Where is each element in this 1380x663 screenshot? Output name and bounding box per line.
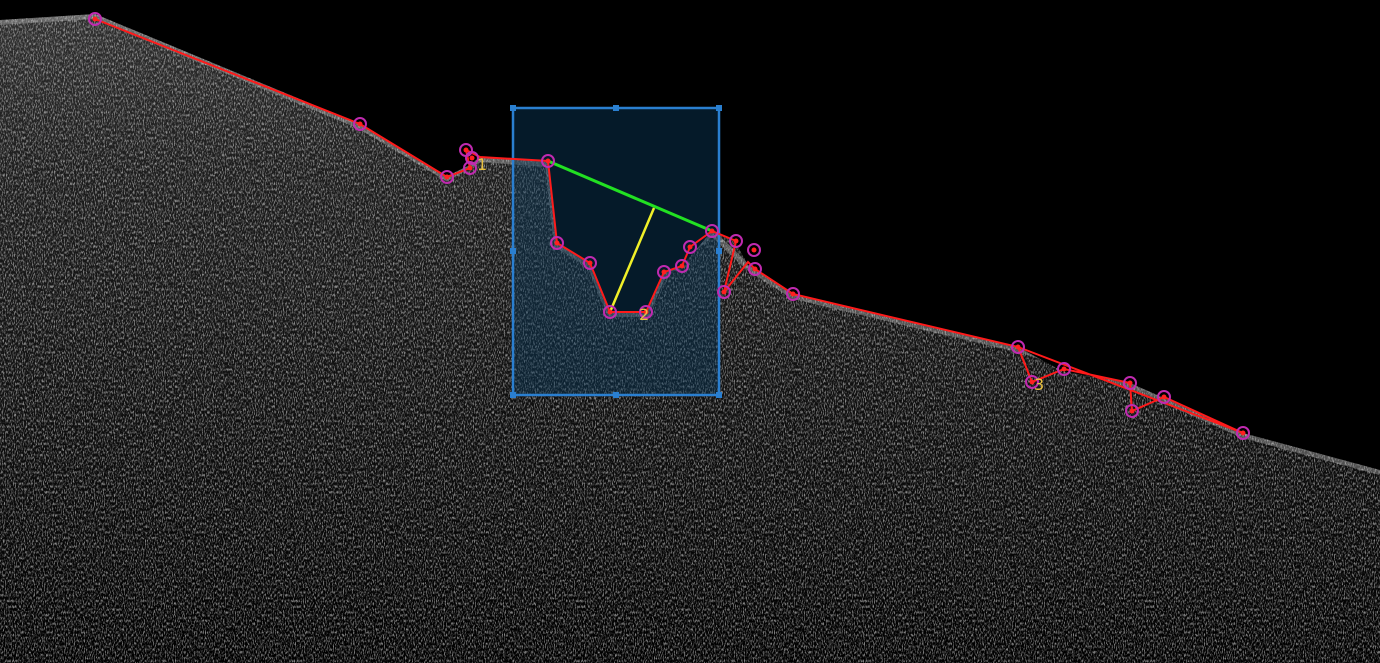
vertex-node-core bbox=[721, 289, 727, 295]
vertex-node-core bbox=[469, 155, 475, 161]
selection-handle-mr[interactable] bbox=[716, 248, 722, 254]
selection-handle-bm[interactable] bbox=[613, 392, 619, 398]
selection-handle-bl[interactable] bbox=[510, 392, 516, 398]
vertex-node-core bbox=[661, 269, 667, 275]
selection-handle-ml[interactable] bbox=[510, 248, 516, 254]
selection-handle-br[interactable] bbox=[716, 392, 722, 398]
oct-scan-canvas[interactable]: 1 2 3 bbox=[0, 0, 1380, 663]
vertex-node-core bbox=[752, 266, 758, 272]
vertex-node-core bbox=[607, 309, 613, 315]
vertex-node-core bbox=[357, 121, 363, 127]
selection-handle-tl[interactable] bbox=[510, 105, 516, 111]
vertex-node-core bbox=[1161, 394, 1167, 400]
selection-handle-tm[interactable] bbox=[613, 105, 619, 111]
vertex-node-core bbox=[709, 228, 715, 234]
vertex-label-1: 1 bbox=[477, 155, 487, 174]
vertex-node-core bbox=[1127, 380, 1133, 386]
vertex-node-core bbox=[587, 260, 593, 266]
vertex-node-core bbox=[733, 238, 739, 244]
vertex-node-core bbox=[687, 244, 693, 250]
selection-box[interactable] bbox=[510, 105, 722, 398]
vertex-node-core bbox=[467, 165, 473, 171]
vertex-node-core bbox=[679, 263, 685, 269]
vertex-node-core bbox=[1129, 408, 1135, 414]
selection-handle-tr[interactable] bbox=[716, 105, 722, 111]
vertex-label-2: 2 bbox=[639, 305, 649, 324]
vertex-node-core bbox=[554, 240, 560, 246]
vertex-node-core bbox=[1061, 366, 1067, 372]
vertex-node-core bbox=[1015, 344, 1021, 350]
vertex-node-core bbox=[790, 291, 796, 297]
vertex-label-3: 3 bbox=[1034, 375, 1044, 394]
vertex-node-core bbox=[545, 158, 551, 164]
vertex-node-core bbox=[1240, 430, 1246, 436]
vertex-node-core bbox=[463, 147, 469, 153]
vertex-node-core bbox=[751, 247, 757, 253]
vertex-node-core bbox=[92, 16, 98, 22]
vertex-node-core bbox=[444, 174, 450, 180]
